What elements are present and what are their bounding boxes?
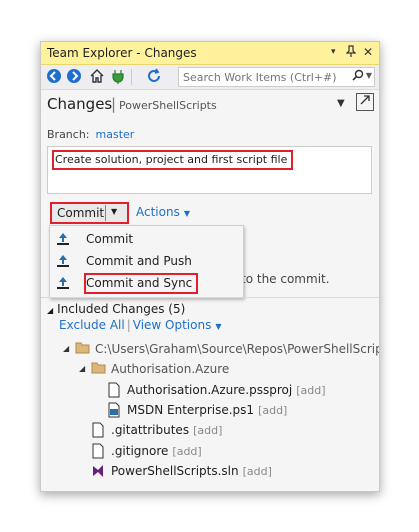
- commit-message-text[interactable]: Create solution, project and first scrip…: [52, 150, 294, 170]
- repo-name: PowerShellScripts: [119, 99, 217, 112]
- page-header: Changes | PowerShellScripts ▼: [41, 90, 379, 118]
- section-divider: [41, 297, 379, 298]
- folder-open-icon: [75, 341, 91, 358]
- connect-icon[interactable]: [109, 68, 127, 86]
- close-icon[interactable]: ✕: [363, 45, 373, 59]
- view-options-link[interactable]: View Options: [133, 318, 212, 332]
- actions-link[interactable]: Actions ▼: [136, 205, 190, 219]
- commit-button-label: Commit: [57, 206, 105, 220]
- commit-push-icon: [56, 254, 70, 268]
- window-menu-icon[interactable]: ▾: [331, 47, 336, 57]
- menu-item-label: Commit: [86, 232, 134, 246]
- file-status: [add]: [172, 445, 202, 458]
- commit-hint-text: to the commit.: [241, 272, 330, 286]
- menu-item-commit-and-push[interactable]: Commit and Push: [50, 250, 243, 272]
- file-icon: [91, 422, 105, 441]
- refresh-icon[interactable]: [145, 68, 163, 86]
- branch-link[interactable]: master: [96, 128, 135, 141]
- actions-label: Actions: [136, 205, 180, 219]
- expand-triangle-icon[interactable]: ◢: [63, 344, 69, 353]
- navigate-icon[interactable]: [356, 93, 374, 111]
- file-status: [add]: [296, 384, 326, 397]
- commit-button-divider: [105, 205, 106, 221]
- window-title: Team Explorer - Changes: [47, 46, 197, 60]
- forward-icon[interactable]: [65, 68, 83, 86]
- search-box[interactable]: ▼: [178, 67, 375, 87]
- view-options-dropdown-icon[interactable]: ▼: [215, 322, 221, 331]
- expand-triangle-icon[interactable]: ◢: [79, 364, 85, 373]
- branch-info: Branch: master: [47, 128, 134, 141]
- search-icon[interactable]: [352, 69, 364, 84]
- collapse-triangle-icon[interactable]: ◢: [47, 306, 53, 315]
- menu-item-commit[interactable]: Commit: [50, 228, 243, 250]
- team-explorer-window: Team Explorer - Changes ▾ ✕ ▼: [40, 41, 380, 492]
- link-separator: |: [126, 318, 131, 332]
- page-dropdown-icon[interactable]: ▼: [337, 98, 345, 109]
- toolbar: ▼: [41, 65, 379, 90]
- commit-button[interactable]: Commit ▼: [50, 202, 129, 224]
- back-icon[interactable]: [45, 68, 63, 86]
- page-title: Changes: [47, 95, 113, 113]
- tree-folder-name: Authorisation.Azure: [111, 362, 230, 376]
- file-name: PowerShellScripts.sln: [111, 464, 239, 478]
- menu-item-label: Commit and Push: [86, 254, 192, 268]
- commit-menu: Commit Commit and Push Commit and Sync: [49, 225, 244, 298]
- toolbar-separator: [131, 69, 132, 85]
- commit-sync-icon: [56, 276, 70, 290]
- file-name: .gitattributes: [111, 423, 190, 437]
- commit-icon: [56, 232, 70, 246]
- commit-dropdown-icon[interactable]: ▼: [111, 207, 117, 216]
- actions-dropdown-icon: ▼: [183, 209, 190, 218]
- file-status: [add]: [258, 404, 288, 417]
- pin-icon[interactable]: [345, 45, 357, 60]
- file-name: MSDN Enterprise.ps1: [127, 403, 255, 417]
- file-name: .gitignore: [111, 444, 169, 458]
- file-name: Authorisation.Azure.pssproj: [127, 383, 293, 397]
- powershell-file-icon: [107, 402, 121, 421]
- title-bar: Team Explorer - Changes ▾ ✕: [41, 42, 379, 65]
- file-icon: [91, 443, 105, 462]
- file-status: [add]: [242, 465, 272, 478]
- menu-item-commit-and-sync[interactable]: Commit and Sync: [50, 272, 243, 294]
- included-changes-header[interactable]: ◢ Included Changes (5): [47, 302, 185, 316]
- included-changes-links: Exclude All | View Options ▼: [59, 318, 222, 332]
- included-changes-title: Included Changes (5): [57, 302, 186, 316]
- commit-message-field[interactable]: Create solution, project and first scrip…: [47, 146, 372, 194]
- exclude-all-link[interactable]: Exclude All: [59, 318, 125, 332]
- tree-root-path: C:\Users\Graham\Source\Repos\PowerShellS…: [95, 342, 380, 356]
- title-separator: |: [111, 95, 117, 113]
- search-input[interactable]: [181, 69, 345, 85]
- home-icon[interactable]: [88, 68, 106, 86]
- branch-label: Branch:: [47, 128, 90, 141]
- file-status: [add]: [193, 424, 223, 437]
- file-icon: [107, 382, 121, 401]
- menu-item-label: Commit and Sync: [86, 276, 193, 290]
- folder-open-icon: [91, 361, 107, 378]
- search-dropdown-icon[interactable]: ▼: [366, 71, 372, 80]
- solution-file-icon: [91, 463, 105, 482]
